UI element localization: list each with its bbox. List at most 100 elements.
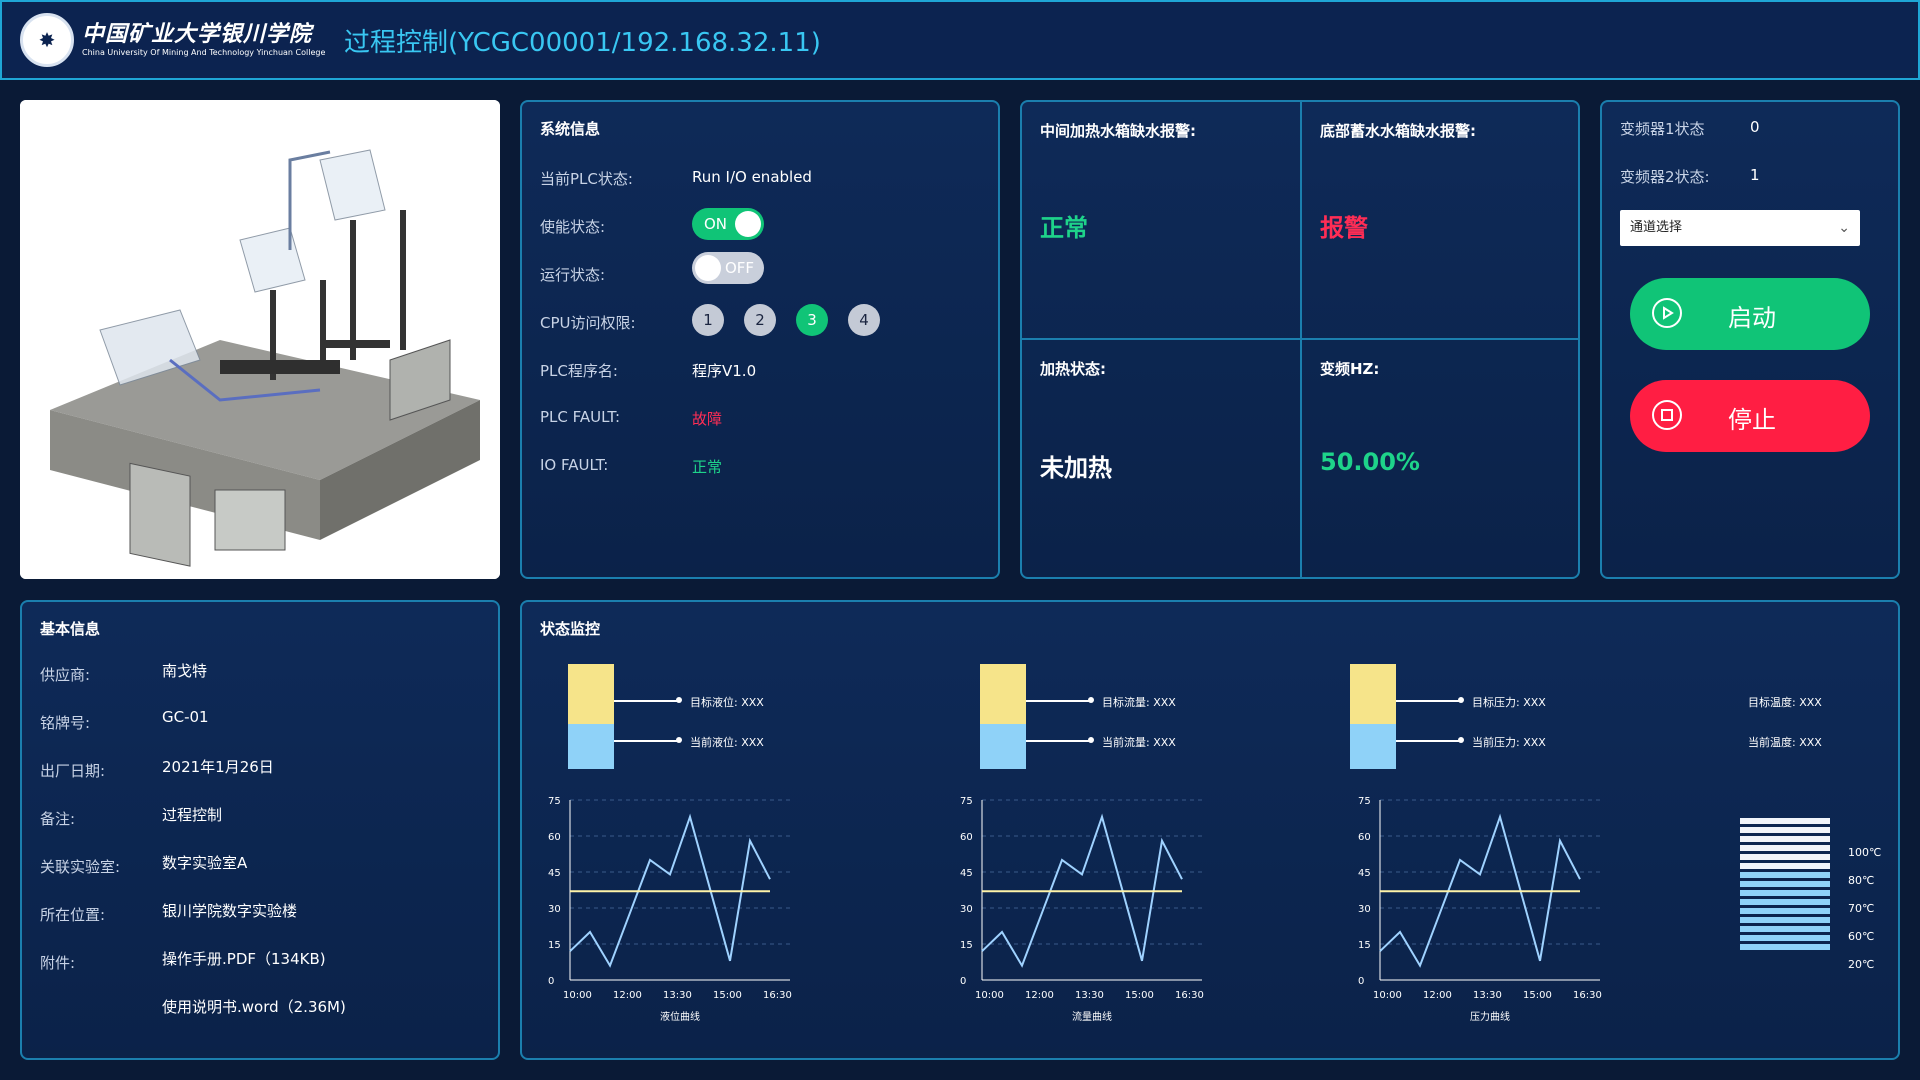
y-tick-label: 45	[548, 868, 561, 879]
y-tick-label: 0	[1358, 976, 1364, 987]
y-tick-label: 30	[1358, 904, 1371, 915]
level-current-label: 当前液位: XXX	[690, 736, 764, 749]
run-toggle[interactable]: OFF	[692, 252, 764, 284]
level-target-bar	[568, 664, 614, 724]
temp-tick: 80℃	[1848, 874, 1875, 887]
gauge-segment	[1740, 917, 1830, 923]
x-tick-label: 12:00	[1025, 990, 1054, 1001]
cpu-level-1[interactable]: 1	[692, 304, 724, 336]
heating-status: 加热状态: 未加热	[1022, 340, 1300, 576]
start-button-label: 启动	[1728, 304, 1776, 332]
heating-status-value: 未加热	[1040, 454, 1112, 482]
y-tick-label: 45	[960, 868, 973, 879]
gauge-segment	[1740, 881, 1830, 887]
lab-value: 数字实验室A	[162, 854, 248, 872]
bottom-tank-alarm-value: 报警	[1320, 214, 1368, 242]
temp-tick: 20℃	[1848, 958, 1875, 971]
nameplate-value: GC-01	[162, 708, 209, 726]
frequency-value: 50.00%	[1320, 448, 1420, 476]
enable-toggle[interactable]: ON	[692, 208, 764, 240]
gauge-segment	[1740, 854, 1830, 860]
flow-target-bar	[980, 664, 1026, 724]
panel-title: 系统信息	[540, 120, 601, 138]
enable-toggle-label: ON	[704, 215, 728, 233]
start-button[interactable]: 启动	[1630, 278, 1870, 350]
chart-caption: 压力曲线	[1470, 1010, 1510, 1023]
y-tick-label: 60	[548, 832, 561, 843]
gauge-segment	[1740, 944, 1830, 950]
flow-current-label: 当前流量: XXX	[1102, 736, 1176, 749]
page-title: 过程控制(YCGC00001/192.168.32.11)	[344, 28, 821, 58]
y-tick-label: 30	[548, 904, 561, 915]
lab-label: 关联实验室:	[40, 858, 121, 876]
y-tick-label: 45	[1358, 868, 1371, 879]
y-tick-label: 30	[960, 904, 973, 915]
leader-line	[1396, 740, 1460, 742]
gauge-segment	[1740, 908, 1830, 914]
header-bar: ✸ 中国矿业大学银川学院 China University Of Mining …	[0, 0, 1920, 80]
leader-line	[1026, 740, 1090, 742]
flow-current-bar	[980, 724, 1026, 769]
y-tick-label: 75	[960, 796, 973, 807]
x-tick-label: 13:30	[1075, 990, 1104, 1001]
logo-english-name: China University Of Mining And Technolog…	[82, 47, 326, 57]
channel-select[interactable]: 通道选择 ⌄	[1620, 210, 1860, 246]
leader-dot	[676, 737, 682, 743]
system-info-panel: 系统信息 当前PLC状态: Run I/O enabled 使能状态: ON 运…	[520, 100, 1000, 579]
x-tick-label: 15:00	[713, 990, 742, 1001]
leader-dot	[1088, 697, 1094, 703]
cpu-level-4[interactable]: 4	[848, 304, 880, 336]
attachment-manual-link[interactable]: 操作手册.PDF（134KB)	[162, 948, 326, 969]
gauge-segment	[1740, 926, 1830, 932]
gauge-segment	[1740, 899, 1830, 905]
io-fault-value: 正常	[692, 458, 723, 476]
x-tick-label: 16:30	[763, 990, 792, 1001]
leader-line	[614, 700, 678, 702]
leader-line	[1026, 700, 1090, 702]
heating-status-label: 加热状态:	[1040, 360, 1106, 378]
y-tick-label: 0	[960, 976, 966, 987]
flow-target-label: 目标流量: XXX	[1102, 696, 1176, 709]
date-value: 2021年1月26日	[162, 758, 274, 776]
run-label: 运行状态:	[540, 266, 606, 284]
x-tick-label: 16:30	[1175, 990, 1204, 1001]
cpu-level-3[interactable]: 3	[796, 304, 828, 336]
flow-chart: 0 15 30 45 60 75 10:00 12:00 13:30 15:00 16:30 流量曲线	[960, 796, 1204, 1023]
frequency-label: 变频HZ:	[1320, 360, 1380, 378]
temp-current-label: 当前温度: XXX	[1748, 736, 1822, 749]
pressure-target-bar	[1350, 664, 1396, 724]
channel-select-value: 通道选择	[1630, 220, 1683, 235]
x-tick-label: 12:00	[1423, 990, 1452, 1001]
leader-line	[614, 740, 678, 742]
gauge-segment	[1740, 863, 1830, 869]
stop-button[interactable]: 停止	[1630, 380, 1870, 452]
attachment-guide-link[interactable]: 使用说明书.word（2.36M)	[162, 996, 346, 1017]
leader-dot	[1088, 737, 1094, 743]
y-tick-label: 75	[548, 796, 561, 807]
attachment-label: 附件:	[40, 954, 76, 972]
gauge-segment	[1740, 827, 1830, 833]
x-tick-label: 15:00	[1523, 990, 1552, 1001]
gauge-segment	[1740, 872, 1830, 878]
mid-tank-alarm-value: 正常	[1040, 214, 1088, 242]
leader-dot	[1458, 697, 1464, 703]
cpu-access-label: CPU访问权限:	[540, 314, 636, 332]
cpu-level-2[interactable]: 2	[744, 304, 776, 336]
program-value: 程序V1.0	[692, 362, 757, 380]
gauge-segment	[1740, 935, 1830, 941]
location-value: 银川学院数字实验楼	[162, 902, 298, 920]
level-current-bar	[568, 724, 614, 769]
level-target-label: 目标液位: XXX	[690, 696, 764, 709]
panel-title: 基本信息	[40, 620, 101, 638]
temp-tick: 70℃	[1848, 902, 1875, 915]
y-tick-label: 0	[548, 976, 554, 987]
gauge-segment	[1740, 836, 1830, 842]
leader-dot	[1458, 737, 1464, 743]
frequency-status: 变频HZ: 50.00%	[1302, 340, 1580, 576]
nameplate-label: 铭牌号:	[40, 714, 91, 732]
x-tick-label: 15:00	[1125, 990, 1154, 1001]
college-emblem-icon: ✸	[20, 13, 74, 67]
x-tick-label: 12:00	[613, 990, 642, 1001]
gauge-segment	[1740, 818, 1830, 824]
note-label: 备注:	[40, 810, 76, 828]
